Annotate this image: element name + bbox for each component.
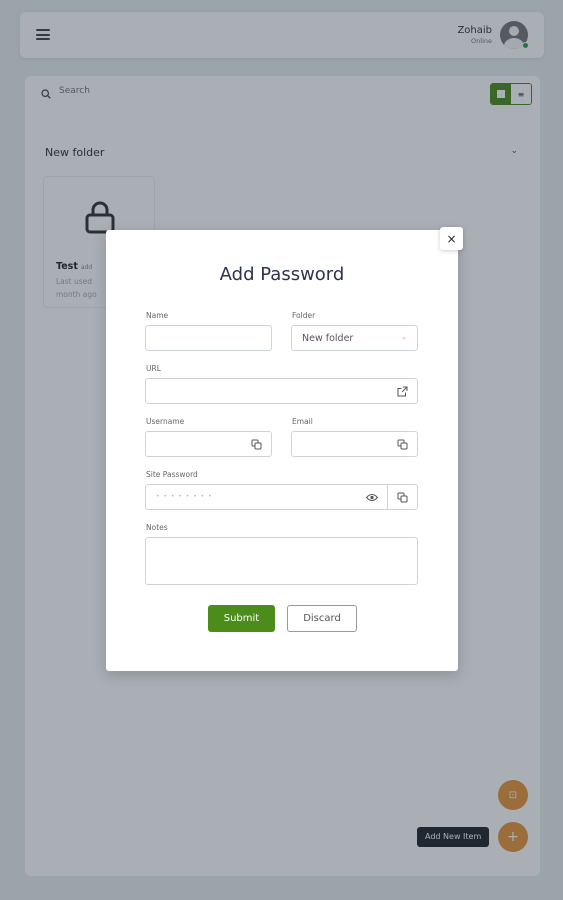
name-field[interactable] bbox=[145, 325, 272, 351]
site-password-field[interactable]: • • • • • • • • bbox=[145, 484, 388, 510]
notes-textarea[interactable] bbox=[145, 537, 418, 585]
folder-select[interactable]: New folder ⌄ bbox=[291, 325, 418, 351]
email-label: Email bbox=[292, 417, 313, 426]
copy-password-button[interactable] bbox=[387, 484, 418, 510]
site-password-label: Site Password bbox=[146, 470, 198, 479]
chevron-down-icon: ⌄ bbox=[401, 333, 407, 341]
copy-icon[interactable] bbox=[251, 439, 262, 450]
close-modal-button[interactable]: × bbox=[440, 227, 463, 250]
email-field[interactable] bbox=[291, 431, 418, 457]
username-label: Username bbox=[146, 417, 185, 426]
eye-icon[interactable] bbox=[366, 493, 378, 502]
username-field[interactable] bbox=[145, 431, 272, 457]
add-password-modal: Add Password Name Folder New folder ⌄ UR… bbox=[106, 230, 458, 671]
copy-icon bbox=[397, 492, 408, 503]
url-label: URL bbox=[146, 364, 161, 373]
external-link-icon[interactable] bbox=[397, 386, 408, 397]
password-mask: • • • • • • • • bbox=[156, 493, 213, 500]
name-label: Name bbox=[146, 311, 169, 320]
modal-title: Add Password bbox=[219, 264, 345, 285]
discard-button[interactable]: Discard bbox=[287, 605, 357, 632]
submit-button[interactable]: Submit bbox=[208, 605, 275, 632]
copy-icon[interactable] bbox=[397, 439, 408, 450]
url-input[interactable] bbox=[146, 380, 417, 404]
folder-select-value: New folder bbox=[302, 333, 354, 344]
close-icon: × bbox=[446, 231, 457, 246]
folder-label: Folder bbox=[292, 311, 316, 320]
url-field[interactable] bbox=[145, 378, 418, 404]
name-input[interactable] bbox=[146, 327, 271, 351]
notes-label: Notes bbox=[146, 523, 168, 532]
